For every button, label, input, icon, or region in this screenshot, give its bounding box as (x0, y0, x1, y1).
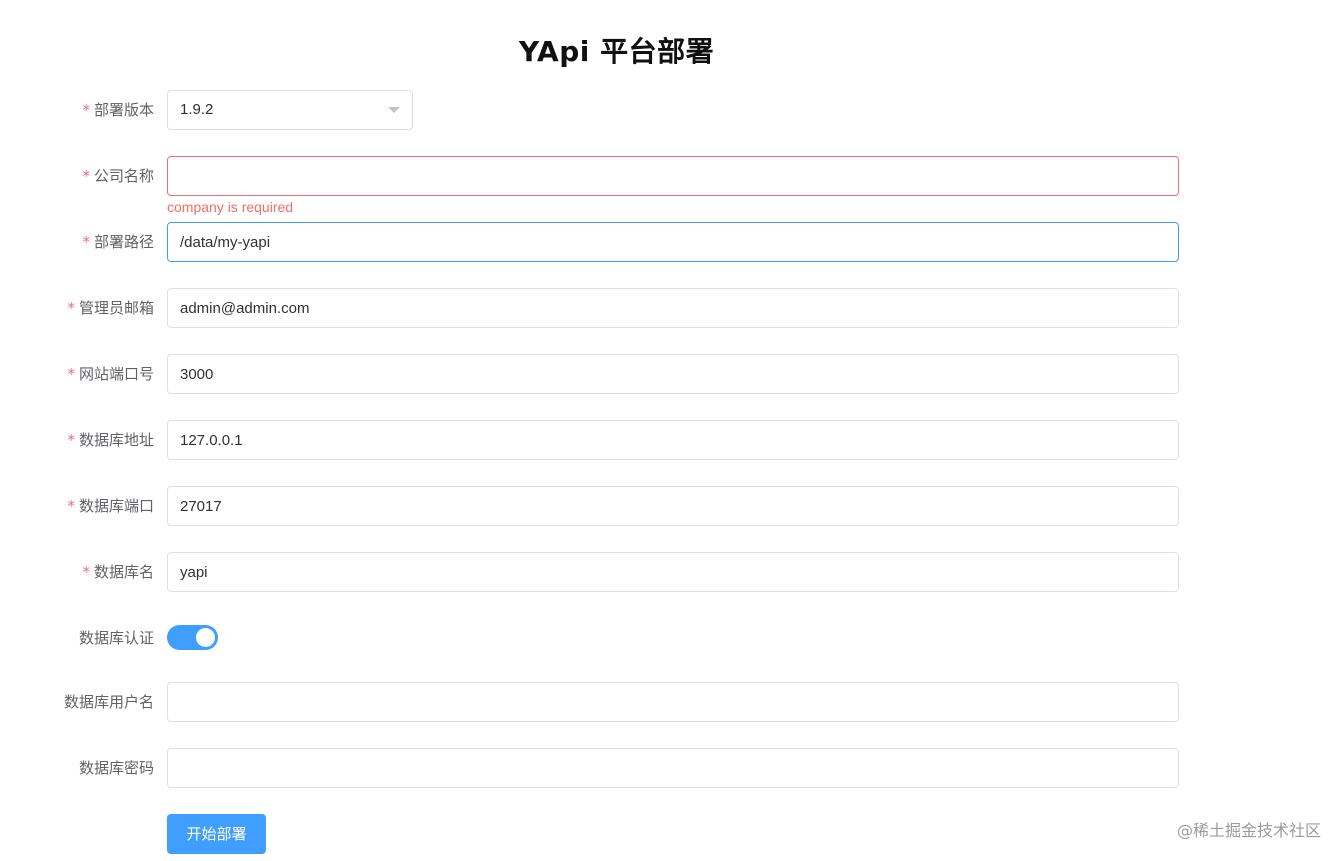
email-label: * 管理员邮箱 (67, 299, 154, 317)
version-select-value: 1.9.2 (180, 101, 214, 118)
db-name-input[interactable] (167, 552, 1179, 592)
version-select[interactable]: 1.9.2 (167, 90, 413, 130)
form-item-db-port: * 数据库端口 (0, 486, 1200, 526)
db-user-input[interactable] (167, 682, 1179, 722)
form-item-email: * 管理员邮箱 (0, 288, 1200, 328)
required-marker: * (82, 563, 90, 581)
company-error-message: company is required (167, 199, 294, 215)
required-marker: * (82, 101, 90, 119)
db-port-input[interactable] (167, 486, 1179, 526)
root-path-input[interactable] (167, 222, 1179, 262)
db-auth-label: 数据库认证 (78, 629, 154, 647)
db-server-input[interactable] (167, 420, 1179, 460)
form-item-db-server: * 数据库地址 (0, 420, 1200, 460)
db-port-label: * 数据库端口 (67, 497, 154, 515)
email-input[interactable] (167, 288, 1179, 328)
form-item-db-user: 数据库用户名 (0, 682, 1200, 722)
form-item-port: * 网站端口号 (0, 354, 1200, 394)
required-marker: * (67, 431, 75, 449)
company-label: * 公司名称 (82, 167, 154, 185)
form-item-db-pass: 数据库密码 (0, 748, 1200, 788)
form-item-version: * 部署版本 1.9.2 (0, 90, 1200, 130)
required-marker: * (67, 497, 75, 515)
port-label: * 网站端口号 (67, 365, 154, 383)
form-item-db-auth: 数据库认证 (0, 618, 1200, 658)
chevron-down-icon (388, 107, 400, 113)
db-server-label: * 数据库地址 (67, 431, 154, 449)
company-input[interactable] (167, 156, 1179, 196)
page-title: YApi 平台部署 (518, 35, 715, 68)
watermark: @稀土掘金技术社区 (1176, 821, 1321, 840)
switch-knob (196, 628, 215, 647)
db-name-label: * 数据库名 (82, 563, 154, 581)
version-label: * 部署版本 (82, 101, 154, 119)
root-label: * 部署路径 (82, 233, 154, 251)
form-item-db-name: * 数据库名 (0, 552, 1200, 592)
form-item-root: * 部署路径 (0, 222, 1200, 262)
required-marker: * (82, 233, 90, 251)
required-marker: * (67, 299, 75, 317)
form-item-company: * 公司名称 company is required (0, 156, 1200, 215)
db-password-input[interactable] (167, 748, 1179, 788)
start-deploy-button[interactable]: 开始部署 (167, 814, 266, 854)
db-pass-label: 数据库密码 (78, 759, 154, 777)
required-marker: * (82, 167, 90, 185)
db-auth-switch[interactable] (167, 625, 218, 650)
db-user-label: 数据库用户名 (63, 693, 154, 711)
form-item-submit: 开始部署 (0, 814, 1200, 854)
port-input[interactable] (167, 354, 1179, 394)
required-marker: * (67, 365, 75, 383)
